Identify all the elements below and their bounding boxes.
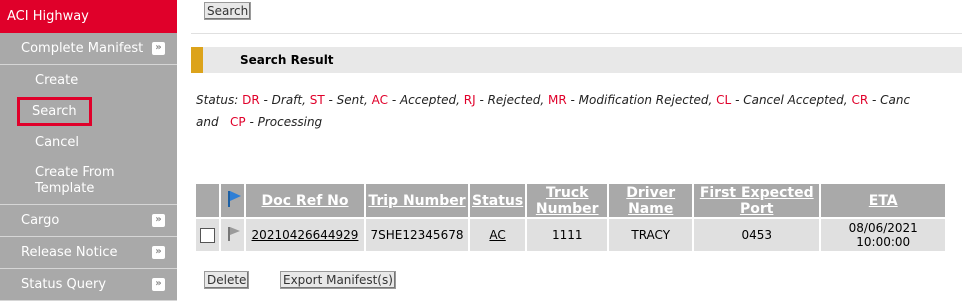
status-code: MR bbox=[547, 93, 567, 107]
status-desc: - Draft, bbox=[259, 93, 306, 107]
row-select-cell bbox=[196, 219, 219, 251]
column-header-doc-ref[interactable]: Doc Ref No bbox=[246, 184, 364, 217]
sidebar-title[interactable]: ACI Highway bbox=[0, 0, 177, 33]
select-all-header bbox=[196, 184, 219, 217]
eta-date: 08/06/2021 bbox=[848, 221, 918, 235]
table-header-row: Doc Ref No Trip Number Status Truck Numb… bbox=[196, 184, 946, 217]
sidebar-item-complete-manifest[interactable]: Complete Manifest » bbox=[0, 33, 177, 65]
column-header-eta[interactable]: ETA bbox=[821, 184, 946, 217]
search-button[interactable]: Search bbox=[204, 2, 252, 20]
status-code: CP bbox=[230, 115, 246, 129]
doc-ref-cell: 20210426644929 bbox=[246, 219, 364, 251]
sidebar-item-label[interactable]: Complete Manifest bbox=[0, 33, 177, 65]
status-code: ST bbox=[309, 93, 325, 107]
complete-manifest-submenu: Create Search Cancel Create From Templat… bbox=[0, 65, 177, 204]
doc-ref-link[interactable]: 20210426644929 bbox=[252, 228, 359, 242]
divider bbox=[191, 33, 962, 34]
status-desc: - Accepted, bbox=[388, 93, 460, 107]
flag-icon[interactable] bbox=[225, 226, 241, 242]
status-legend-prefix: Status: bbox=[196, 93, 239, 107]
submenu-item-create-from-template[interactable]: Create From Template bbox=[35, 158, 177, 204]
sidebar-item-release-notice[interactable]: Release Notice » bbox=[0, 237, 177, 269]
sidebar-item-cargo[interactable]: Cargo » bbox=[0, 204, 177, 237]
sidebar-item-label[interactable]: Status Query bbox=[0, 269, 177, 301]
export-manifests-button[interactable]: Export Manifest(s) bbox=[280, 271, 396, 289]
chevron-right-icon[interactable]: » bbox=[152, 42, 165, 55]
sidebar-item-label[interactable]: Release Notice bbox=[0, 237, 177, 269]
submenu-item-cancel[interactable]: Cancel bbox=[35, 127, 177, 158]
first-expected-port-cell: 0453 bbox=[694, 219, 820, 251]
status-code: CR bbox=[851, 93, 869, 107]
results-table: Doc Ref No Trip Number Status Truck Numb… bbox=[194, 182, 947, 253]
row-checkbox[interactable] bbox=[200, 227, 215, 243]
column-header-truck-number[interactable]: Truck Number bbox=[527, 184, 608, 217]
create-from-template-label: Create From Template bbox=[35, 165, 115, 196]
status-desc: - Modification Rejected, bbox=[566, 93, 713, 107]
header-line: First Expected bbox=[699, 184, 814, 201]
chevron-right-icon[interactable]: » bbox=[152, 278, 165, 291]
submenu-item-search[interactable]: Search bbox=[17, 97, 92, 126]
status-desc: - Sent, bbox=[324, 93, 368, 107]
flag-header bbox=[221, 184, 244, 217]
column-header-status[interactable]: Status bbox=[470, 184, 526, 217]
trip-number-cell: 7SHE12345678 bbox=[366, 219, 468, 251]
search-result-header: Search Result bbox=[191, 47, 962, 73]
eta-time: 10:00:00 bbox=[856, 235, 911, 249]
section-accent-bar bbox=[191, 47, 203, 73]
status-desc: - Cancel Accepted, bbox=[731, 93, 848, 107]
header-line: Driver bbox=[626, 184, 676, 201]
status-link[interactable]: AC bbox=[489, 228, 505, 242]
submenu-item-create[interactable]: Create bbox=[35, 65, 177, 96]
truck-number-cell: 1111 bbox=[527, 219, 608, 251]
status-code: AC bbox=[371, 93, 389, 107]
header-line: Name bbox=[628, 200, 674, 217]
chevron-right-icon[interactable]: » bbox=[152, 214, 165, 227]
eta-cell: 08/06/2021 10:00:00 bbox=[821, 219, 946, 251]
status-legend: Status: DR - Draft, ST - Sent, AC - Acce… bbox=[196, 89, 962, 133]
column-header-driver-name[interactable]: Driver Name bbox=[609, 184, 693, 217]
table-row: 20210426644929 7SHE12345678 AC 1111 TRAC… bbox=[196, 219, 946, 251]
flag-icon[interactable] bbox=[225, 190, 241, 208]
column-header-trip-number[interactable]: Trip Number bbox=[366, 184, 468, 217]
row-flag-cell bbox=[221, 219, 244, 251]
driver-name-cell: TRACY bbox=[609, 219, 693, 251]
main-content: Search Search Result Status: DR - Draft,… bbox=[191, 0, 962, 301]
delete-button[interactable]: Delete bbox=[204, 271, 250, 289]
status-code: RJ bbox=[463, 93, 476, 107]
chevron-right-icon[interactable]: » bbox=[152, 246, 165, 259]
sidebar: ACI Highway Complete Manifest » Create S… bbox=[0, 0, 177, 301]
status-legend-and: and bbox=[196, 115, 219, 129]
sidebar-item-label[interactable]: Cargo bbox=[0, 205, 177, 237]
section-title: Search Result bbox=[240, 53, 334, 67]
header-line: Number bbox=[535, 200, 599, 217]
header-line: Truck bbox=[545, 184, 589, 201]
status-code: DR bbox=[242, 93, 260, 107]
status-desc: - Rejected, bbox=[475, 93, 545, 107]
header-line: Port bbox=[739, 200, 774, 217]
status-desc: - Canc bbox=[868, 93, 911, 107]
sidebar-item-status-query[interactable]: Status Query » bbox=[0, 269, 177, 301]
status-code: CL bbox=[716, 93, 732, 107]
status-desc: - Processing bbox=[245, 115, 323, 129]
submenu-item-search-wrapper: Search bbox=[17, 96, 177, 127]
column-header-first-expected-port[interactable]: First Expected Port bbox=[694, 184, 820, 217]
status-cell: AC bbox=[470, 219, 526, 251]
